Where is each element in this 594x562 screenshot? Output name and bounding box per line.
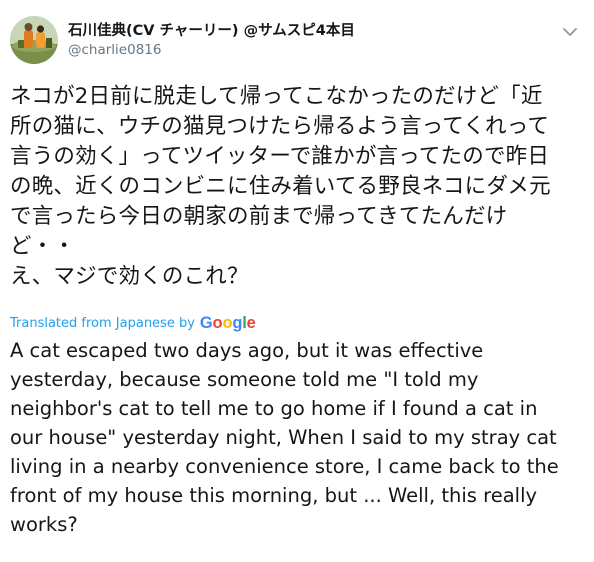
original-text-line: 言うの効く」ってツイッターで誰かが言ってたので昨日: [10, 144, 550, 169]
avatar-photo-icon: [10, 16, 58, 64]
user-handle[interactable]: @charlie0816: [68, 41, 355, 59]
google-letter: o: [222, 313, 233, 332]
chevron-down-icon[interactable]: [560, 22, 580, 42]
user-names: 石川佳典(CV チャーリー) @サムスピ4本目 @charlie0816: [68, 22, 355, 59]
tweet-header: 石川佳典(CV チャーリー) @サムスピ4本目 @charlie0816: [10, 16, 584, 70]
google-letter: G: [199, 313, 213, 332]
translation-attribution: Translated from Japanese by Google: [10, 312, 584, 334]
original-text-line: ど・・: [10, 234, 76, 259]
original-text-line: 所の猫に、ウチの猫見つけたら帰るよう言ってくれって: [10, 114, 550, 139]
translated-text-line: A cat escaped two days ago, but it was e…: [10, 339, 484, 362]
original-text-line: で言ったら今日の朝家の前まで帰ってきてたんだけ: [10, 204, 508, 229]
google-letter: g: [232, 313, 243, 332]
translated-text-line: works?: [10, 513, 78, 536]
original-text-line: ネコが2日前に脱走して帰ってこなかったのだけど「近: [10, 84, 543, 109]
google-logo: Google: [200, 314, 256, 333]
display-name[interactable]: 石川佳典(CV チャーリー) @サムスピ4本目: [68, 22, 355, 40]
translated-text-line: neighbor's cat to tell me to go home if …: [10, 397, 538, 420]
google-letter: o: [212, 313, 223, 332]
original-text-line: え、マジで効くのこれ？: [10, 264, 249, 289]
translated-text-line: living in a nearby convenience store, I …: [10, 455, 559, 478]
original-text-line: の晩、近くのコンビニに住み着いてる野良ネコにダメ元: [10, 174, 551, 199]
tweet-original-text: ネコが2日前に脱走して帰ってこなかったのだけど「近 所の猫に、ウチの猫見つけたら…: [10, 82, 584, 292]
translated-text-line: our house" yesterday night, When I said …: [10, 426, 557, 449]
translation-label[interactable]: Translated from Japanese by: [10, 316, 195, 331]
translated-text-line: yesterday, because someone told me "I to…: [10, 368, 479, 391]
tweet-translated-text: A cat escaped two days ago, but it was e…: [10, 336, 584, 539]
user-avatar[interactable]: [10, 16, 58, 64]
tweet-card: 石川佳典(CV チャーリー) @サムスピ4本目 @charlie0816 ネコが…: [0, 0, 594, 562]
translated-text-line: front of my house this morning, but ... …: [10, 484, 538, 507]
google-letter: e: [246, 313, 256, 332]
